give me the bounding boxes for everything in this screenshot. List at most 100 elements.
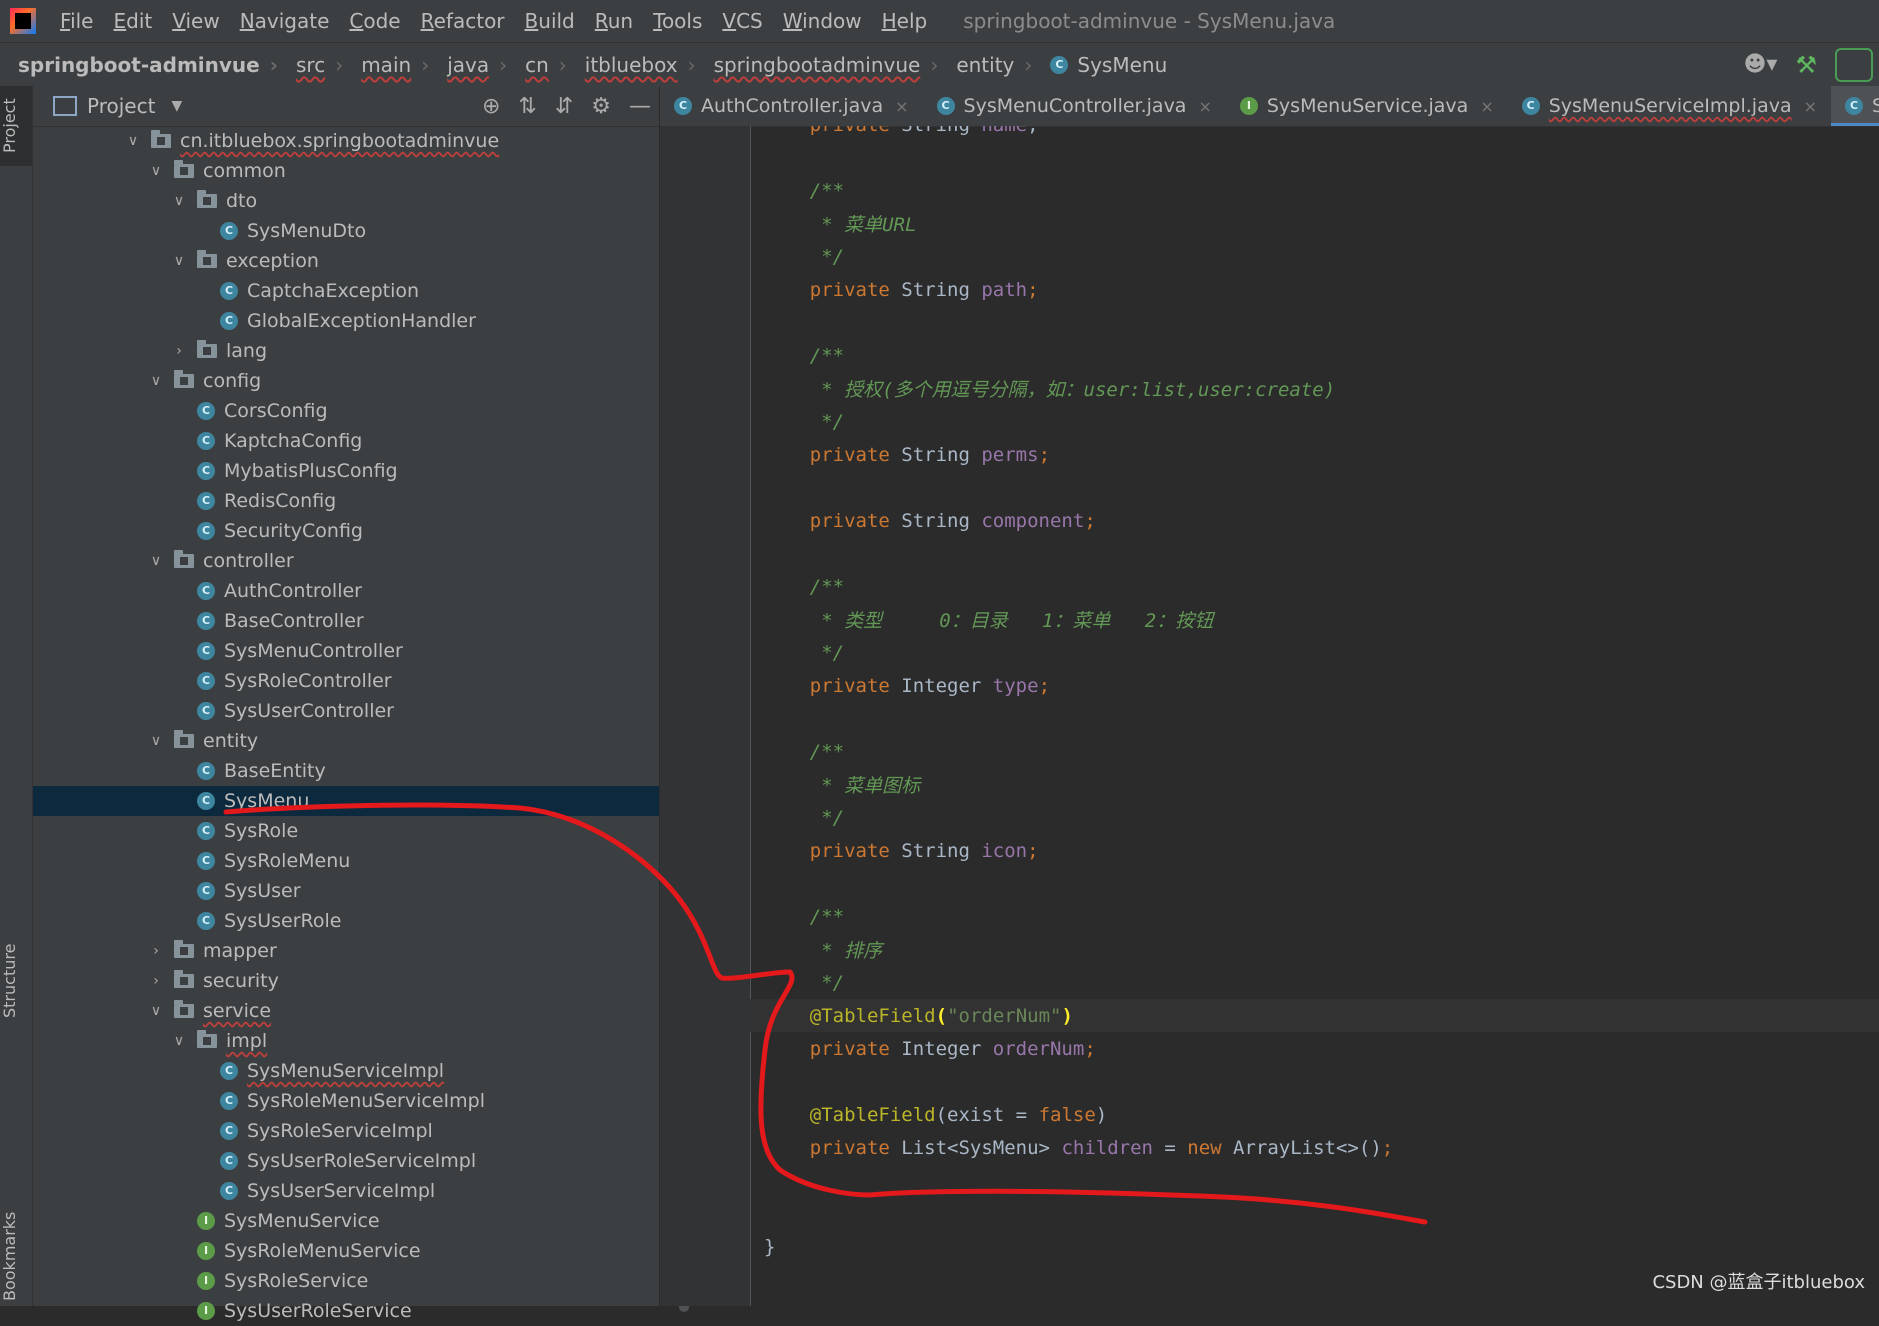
tree-folder[interactable]: › security	[33, 966, 659, 996]
code-line[interactable]: 54 * 排序	[750, 933, 1879, 966]
tree-folder[interactable]: ∨ controller	[33, 546, 659, 576]
chevron-down-icon[interactable]: ∨	[171, 1033, 187, 1049]
code-line[interactable]: 44 * 类型 0：目录 1：菜单 2：按钮	[750, 603, 1879, 636]
tree-file[interactable]: C SecurityConfig	[33, 516, 659, 546]
code-line[interactable]: 37 * 授权(多个用逗号分隔，如：user:list,user:create)	[750, 372, 1879, 405]
close-icon[interactable]: ×	[1198, 97, 1211, 116]
close-icon[interactable]: ×	[895, 97, 908, 116]
code-line[interactable]: 35	[750, 306, 1879, 339]
menu-item-help[interactable]: Help	[872, 9, 938, 33]
chevron-down-icon[interactable]: ▼	[171, 98, 182, 114]
menu-item-tools[interactable]: Tools	[643, 9, 712, 33]
chevron-down-icon[interactable]: ∨	[171, 193, 187, 209]
tree-folder[interactable]: ∨ common	[33, 156, 659, 186]
tree-folder[interactable]: ∨ config	[33, 366, 659, 396]
menu-item-build[interactable]: Build	[515, 9, 585, 33]
code-line[interactable]: 49 * 菜单图标	[750, 768, 1879, 801]
menu-item-run[interactable]: Run	[585, 9, 643, 33]
code-line[interactable]: 57 private Integer orderNum;	[750, 1032, 1879, 1065]
code-line[interactable]: 48 /**	[750, 735, 1879, 768]
editor-tab[interactable]: C SysMenu.java	[1831, 86, 1879, 126]
tree-file[interactable]: C CaptchaException	[33, 276, 659, 306]
tree-file[interactable]: C SysUserRole	[33, 906, 659, 936]
code-line[interactable]: 42	[750, 537, 1879, 570]
tree-file[interactable]: C SysRole	[33, 816, 659, 846]
code-line[interactable]: 52	[750, 867, 1879, 900]
code-line[interactable]: 41 private String component;	[750, 504, 1879, 537]
tree-file[interactable]: C SysUserServiceImpl	[33, 1176, 659, 1206]
code-line[interactable]: 38 */	[750, 405, 1879, 438]
code-line[interactable]: 47	[750, 702, 1879, 735]
code-line[interactable]: 39 private String perms;	[750, 438, 1879, 471]
menu-item-edit[interactable]: Edit	[103, 9, 162, 33]
breadcrumb-item[interactable]: entity ›	[946, 53, 1040, 77]
tree-file[interactable]: I SysUserRoleService	[33, 1296, 659, 1326]
tree-file[interactable]: C SysUserController	[33, 696, 659, 726]
chevron-down-icon[interactable]: ∨	[148, 733, 164, 749]
chevron-right-icon[interactable]: ›	[171, 343, 187, 359]
tree-file[interactable]: C BaseEntity	[33, 756, 659, 786]
code-line[interactable]: 63}	[750, 1230, 1879, 1263]
tree-file[interactable]: C SysMenuServiceImpl	[33, 1056, 659, 1086]
tree-file[interactable]: C SysMenuController	[33, 636, 659, 666]
tree-file[interactable]: C SysUserRoleServiceImpl	[33, 1146, 659, 1176]
code-line[interactable]: 33 */	[750, 240, 1879, 273]
tree-file[interactable]: C SysRoleMenuServiceImpl	[33, 1086, 659, 1116]
tree-folder[interactable]: ∨ impl	[33, 1026, 659, 1056]
breadcrumb-item[interactable]: itbluebox ›	[575, 53, 704, 77]
tree-folder[interactable]: ∨ dto	[33, 186, 659, 216]
breadcrumb-item[interactable]: springbootadminvue ›	[704, 53, 947, 77]
tree-file[interactable]: C AuthController	[33, 576, 659, 606]
editor-tab[interactable]: C AuthController.java ×	[660, 86, 923, 126]
tree-file[interactable]: C SysMenuDto	[33, 216, 659, 246]
code-line[interactable]: 36 /**	[750, 339, 1879, 372]
build-hammer-icon[interactable]: ⚒	[1795, 51, 1817, 79]
chevron-down-icon[interactable]: ∨	[148, 373, 164, 389]
code-line[interactable]: 61	[750, 1164, 1879, 1197]
code-line[interactable]: 50 */	[750, 801, 1879, 834]
code-line[interactable]: 58	[750, 1065, 1879, 1098]
code-line[interactable]: 32 * 菜单URL	[750, 207, 1879, 240]
menu-item-view[interactable]: View	[162, 9, 229, 33]
tree-file[interactable]: C BaseController	[33, 606, 659, 636]
tree-folder[interactable]: › lang	[33, 336, 659, 366]
breadcrumb-item[interactable]: cn ›	[515, 53, 575, 77]
code-line[interactable]: 60 private List<SysMenu> children = new …	[750, 1131, 1879, 1164]
code-line[interactable]: 43 /**	[750, 570, 1879, 603]
chevron-down-icon[interactable]: ∨	[125, 133, 141, 149]
tree-file[interactable]: C SysRoleController	[33, 666, 659, 696]
editor-tab[interactable]: C SysMenuController.java ×	[923, 86, 1226, 126]
tree-file[interactable]: I SysMenuService	[33, 1206, 659, 1236]
code-area[interactable]: 29 private String name;3031 /**32 * 菜单UR…	[750, 126, 1879, 1306]
gear-icon[interactable]: ⚙	[591, 94, 611, 119]
breadcrumb-item[interactable]: C SysMenu	[1040, 53, 1175, 77]
code-line[interactable]: 31 /**	[750, 174, 1879, 207]
code-line[interactable]: 34 private String path;	[750, 273, 1879, 306]
tree-file[interactable]: C MybatisPlusConfig	[33, 456, 659, 486]
menu-item-vcs[interactable]: VCS	[712, 9, 772, 33]
tree-file[interactable]: I SysRoleMenuService	[33, 1236, 659, 1266]
code-line[interactable]: 30	[750, 141, 1879, 174]
chevron-down-icon[interactable]: ∨	[148, 553, 164, 569]
project-panel-title[interactable]: Project	[87, 94, 155, 118]
code-line[interactable]: 53 /**	[750, 900, 1879, 933]
close-icon[interactable]: ×	[1480, 97, 1493, 116]
chevron-down-icon[interactable]: ∨	[171, 253, 187, 269]
menu-item-code[interactable]: Code	[339, 9, 410, 33]
tree-file[interactable]: C SysUser	[33, 876, 659, 906]
code-line[interactable]: 45 */	[750, 636, 1879, 669]
run-config-icon[interactable]	[1835, 48, 1873, 82]
tree-file[interactable]: C GlobalExceptionHandler	[33, 306, 659, 336]
tree-file[interactable]: C RedisConfig	[33, 486, 659, 516]
tree-file[interactable]: C SysRoleServiceImpl	[33, 1116, 659, 1146]
expand-all-icon[interactable]: ⇅	[518, 94, 536, 119]
menu-item-window[interactable]: Window	[773, 9, 872, 33]
breadcrumb-item[interactable]: java ›	[437, 53, 515, 77]
code-line[interactable]: 59 @TableField(exist = false)	[750, 1098, 1879, 1131]
tree-file[interactable]: C KaptchaConfig	[33, 426, 659, 456]
structure-tool-tab[interactable]: Structure	[0, 936, 32, 1026]
breadcrumb-item[interactable]: springboot-adminvue ›	[0, 53, 286, 77]
minimize-icon[interactable]: —	[629, 94, 651, 119]
bookmarks-tool-tab[interactable]: Bookmarks	[0, 1206, 32, 1306]
code-line[interactable]: 40	[750, 471, 1879, 504]
